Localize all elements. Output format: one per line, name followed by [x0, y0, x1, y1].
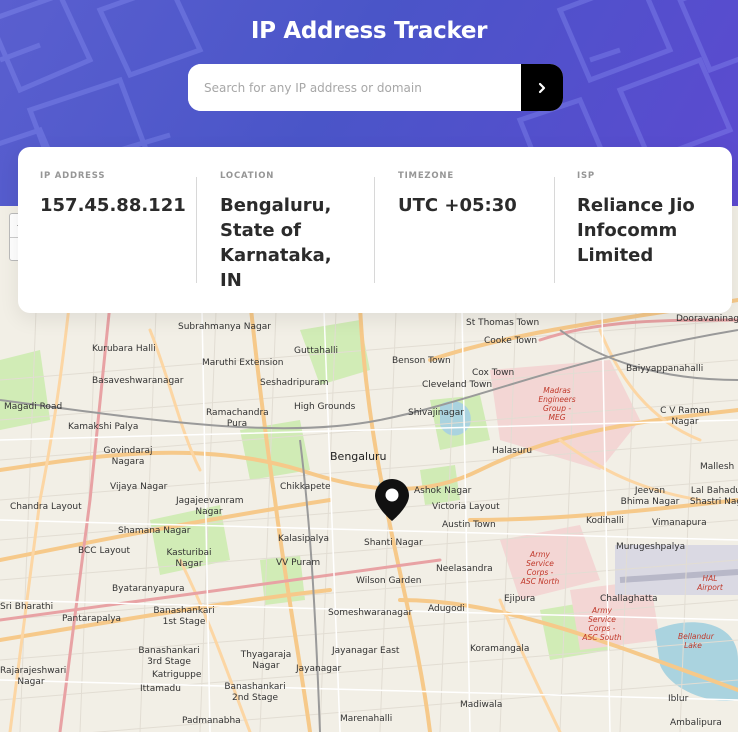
map-label: Vijaya Nagar [110, 482, 168, 492]
search-input[interactable] [188, 64, 521, 111]
map-label: Bellandur Lake [678, 632, 714, 650]
map-label: Byataranyapura [112, 584, 185, 594]
map-label: Jeevan Bhima Nagar [620, 486, 680, 507]
search-submit-button[interactable] [521, 64, 563, 111]
map-label: Murugeshpalya [616, 542, 686, 552]
map-label: Sri Bharathi [0, 602, 54, 612]
map-label: Cooke Town [484, 336, 538, 346]
map-label: Army Service Corps - ASC South [582, 606, 622, 642]
map-label: Kamakshi Palya [68, 422, 139, 432]
map-label: Halasuru [492, 446, 533, 456]
map-label-city: Bengaluru [330, 450, 387, 463]
map-label: Kodihalli [586, 516, 624, 526]
map-label: Rajarajeshwari Nagar [0, 666, 67, 687]
map-label: Shivajinagar [408, 408, 464, 418]
map-label: Army Service Corps - ASC North [520, 550, 560, 586]
map-label: Basaveshwaranagar [92, 376, 184, 386]
map-label: Ejipura [504, 594, 536, 604]
ip-address-value: 157.45.88.121 [40, 195, 186, 216]
map-label: Jagajeevanram Nagar [176, 496, 244, 517]
map-label: Koramangala [470, 644, 530, 654]
map-label: Jayanagar East [332, 646, 400, 656]
map-label: Adugodi [428, 604, 465, 614]
map-label: Chikkapete [280, 482, 331, 492]
map-label: Katriguppe [152, 670, 202, 680]
info-isp: ISP Reliance Jio Infocomm Limited [577, 171, 727, 268]
map-label: St Thomas Town [466, 318, 540, 328]
map-label: Padmanabha [182, 716, 241, 726]
map-label: Victoria Layout [432, 502, 500, 512]
map-label: Austin Town [442, 520, 496, 530]
map-label: Ashok Nagar [414, 486, 472, 496]
map-label: Jayanagar [296, 664, 342, 674]
map-label: BCC Layout [78, 546, 131, 556]
map-label: Neelasandra [436, 564, 493, 574]
map-label: Iblur [668, 694, 689, 704]
divider [554, 177, 555, 283]
map-label: Shanti Nagar [364, 538, 423, 548]
map-label: Subrahmanya Nagar [178, 322, 271, 332]
map-label: Baiyyappanahalli [626, 364, 704, 374]
map-label: Madras Engineers Group - MEG [538, 386, 576, 422]
map-label: Marenahalli [340, 714, 393, 724]
info-ip-address: IP ADDRESS 157.45.88.121 [40, 171, 200, 218]
ip-info-card: IP ADDRESS 157.45.88.121 LOCATION Bengal… [18, 147, 732, 313]
map-label: Cleveland Town [422, 380, 493, 390]
info-label: IP ADDRESS [40, 171, 106, 181]
info-label: LOCATION [220, 171, 275, 181]
map-label: Challaghatta [600, 594, 658, 604]
map-label: C V Raman Nagar [660, 406, 710, 427]
map-label: Benson Town [392, 356, 451, 366]
page-title: IP Address Tracker [250, 18, 488, 44]
map-label: Dooravaninaga [676, 314, 738, 324]
map-label: Shamana Nagar [118, 526, 191, 536]
map-label: Banashankari 3rd Stage [138, 646, 200, 667]
map-label: Ittamadu [140, 684, 181, 694]
map-label: VV Puram [276, 558, 321, 568]
map-label: Banashankari 2nd Stage [224, 682, 286, 703]
map-label: Vimanapura [652, 518, 707, 528]
map-label: Lal Bahadu Shastri Nag [689, 486, 738, 507]
map-label: High Grounds [294, 402, 356, 412]
map-label: Maruthi Extension [202, 358, 284, 368]
info-timezone: TIMEZONE UTC +05:30 [398, 171, 548, 218]
map-label: Mallesh [700, 462, 735, 472]
map-label: Banashankari 1st Stage [153, 606, 215, 627]
map-label: Ramachandra Pura [206, 408, 269, 429]
map-label: Govindaraj Nagara [103, 446, 153, 467]
divider [196, 177, 197, 283]
map-label: Someshwaranagar [328, 608, 413, 618]
info-location: LOCATION Bengaluru, State of Karnataka, … [220, 171, 350, 293]
info-label: TIMEZONE [398, 171, 454, 181]
map-label: Kurubara Halli [92, 344, 156, 354]
chevron-right-icon [538, 82, 546, 93]
location-pin-icon [375, 479, 409, 521]
divider [374, 177, 375, 283]
map-label: Kalasipalya [278, 534, 330, 544]
map-label: Thyagaraja Nagar [240, 650, 292, 671]
map-label: Guttahalli [294, 346, 338, 356]
map-label: Ambalipura [670, 718, 722, 728]
search-bar [188, 64, 563, 111]
map-label: Seshadripuram [260, 378, 329, 388]
isp-value: Reliance Jio Infocomm Limited [577, 195, 695, 266]
map-label: Cox Town [472, 368, 515, 378]
timezone-value: UTC +05:30 [398, 195, 517, 216]
map-label: Kasturibai Nagar [166, 548, 212, 569]
map-label: Magadi Road [4, 402, 63, 412]
map-label: Wilson Garden [356, 576, 422, 586]
map-label: HAL Airport [697, 574, 723, 592]
info-label: ISP [577, 171, 595, 181]
location-value: Bengaluru, State of Karnataka, IN [220, 195, 332, 291]
map-label: Chandra Layout [10, 502, 82, 512]
map-label: Madiwala [460, 700, 503, 710]
map-label: Pantarapalya [62, 614, 122, 624]
